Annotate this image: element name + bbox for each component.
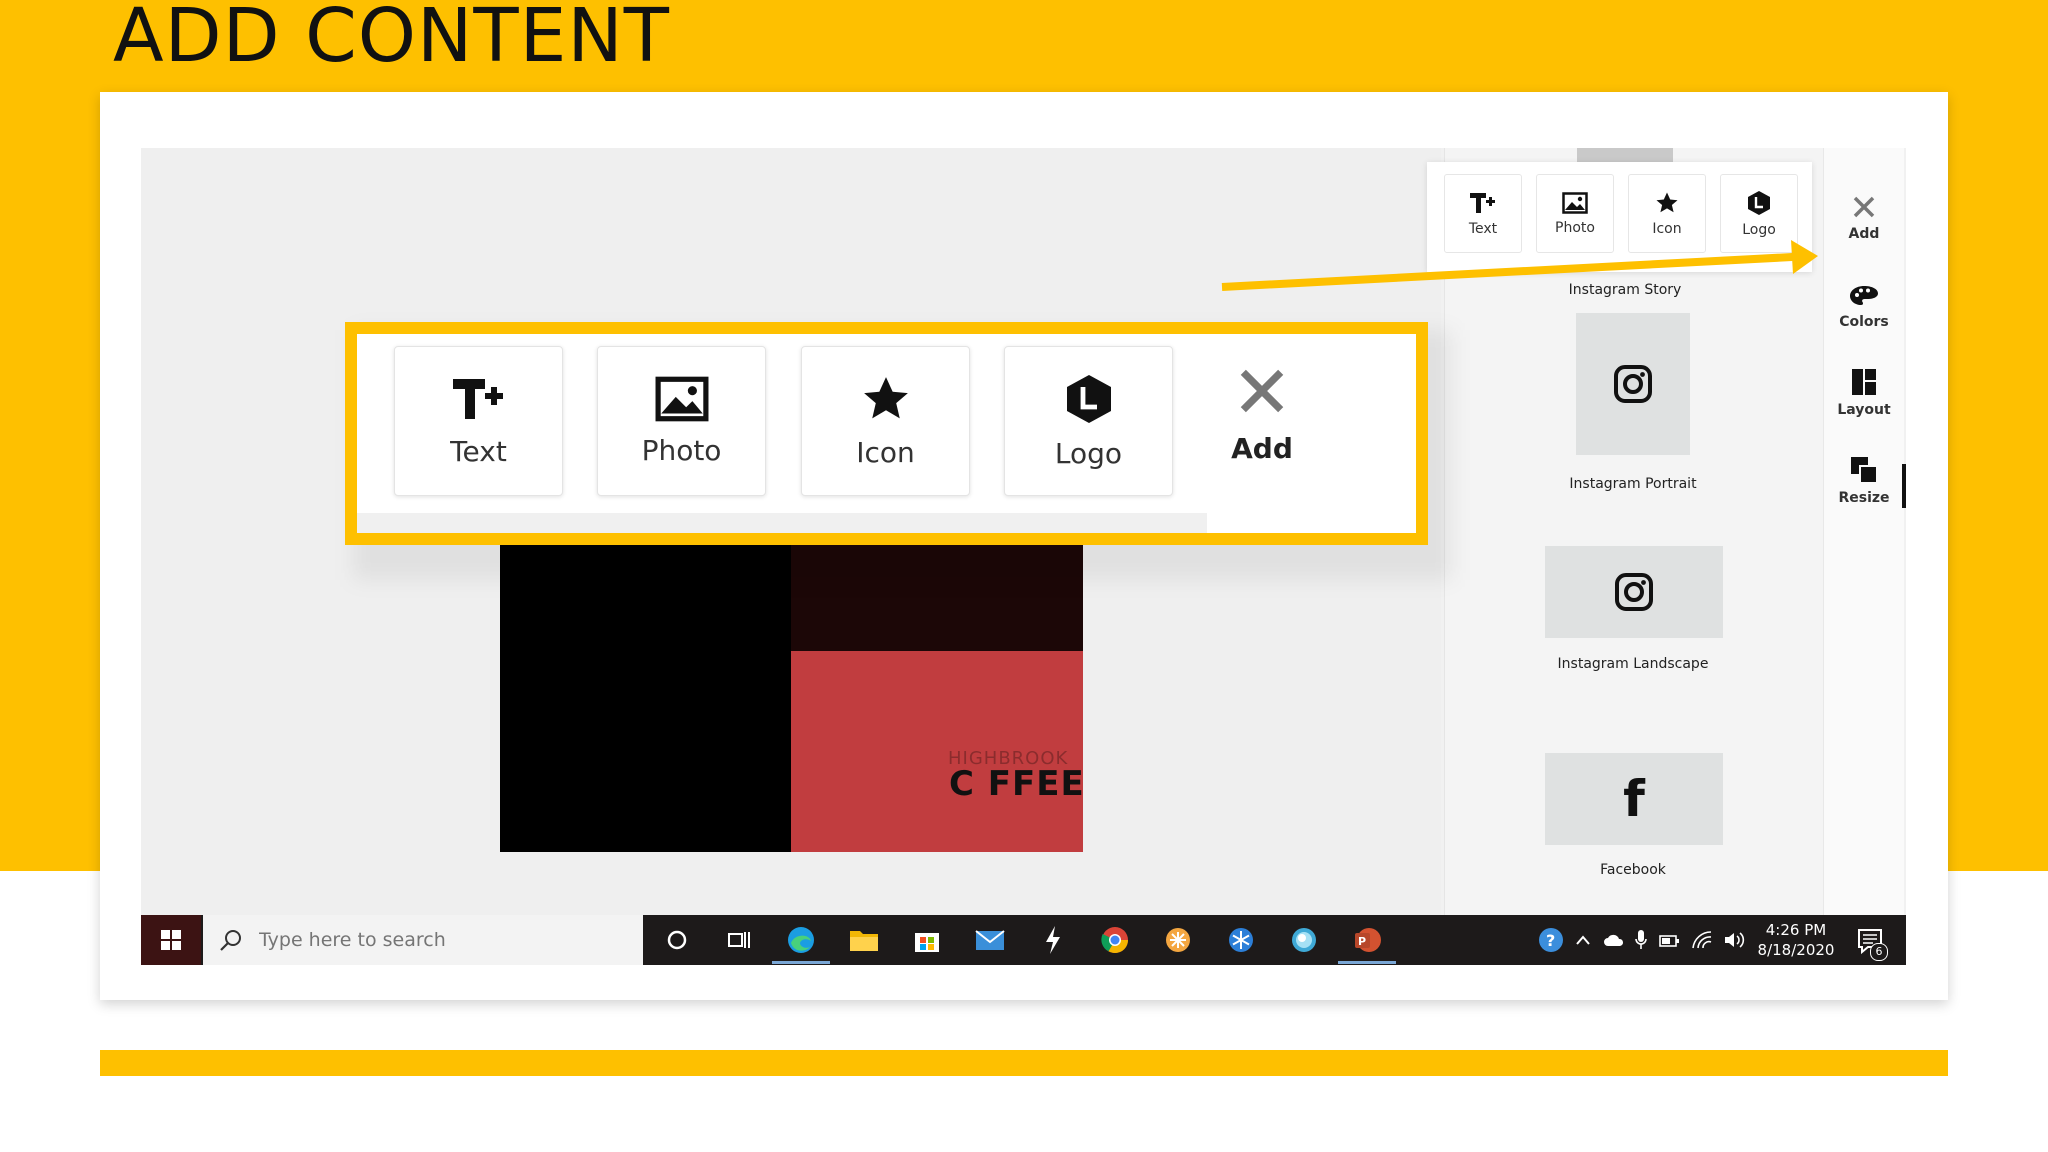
app-screen: HIGHBROOK C FFEE Instagram Story Instagr… [141, 148, 1906, 965]
start-button[interactable] [141, 915, 201, 965]
chevron-up-icon[interactable] [1575, 934, 1591, 946]
callout-arrow [1221, 240, 1818, 291]
notification-center-button[interactable]: 6 [1856, 927, 1888, 961]
cloud-icon[interactable] [1603, 933, 1625, 947]
taskbar-search[interactable] [203, 915, 643, 965]
lightning-app-icon[interactable] [1037, 924, 1069, 956]
windows-taskbar: P ? 4:26 PM 8/18/2020 6 [141, 915, 1906, 965]
taskbar-search-input[interactable] [257, 928, 621, 952]
edge-browser-icon[interactable] [785, 924, 817, 956]
globe-app-icon[interactable] [1288, 924, 1320, 956]
svg-text:P: P [1358, 935, 1366, 948]
task-view-icon[interactable] [723, 924, 755, 956]
wifi-icon[interactable] [1691, 930, 1713, 950]
slide-title: ADD CONTENT [113, 0, 670, 79]
mail-icon[interactable] [974, 924, 1006, 956]
active-app-indicator [1338, 961, 1396, 964]
notification-count: 6 [1870, 943, 1888, 961]
file-explorer-icon[interactable] [848, 924, 880, 956]
clock-time: 4:26 PM [1765, 921, 1827, 939]
svg-text:?: ? [1546, 931, 1555, 950]
battery-icon[interactable] [1659, 931, 1681, 949]
callout-arrow-head [1791, 240, 1818, 274]
windows-logo-icon [161, 930, 181, 950]
help-icon[interactable]: ? [1537, 926, 1565, 954]
callout-arrow-line [1221, 252, 1812, 291]
volume-icon[interactable] [1723, 930, 1745, 950]
clock-date: 8/18/2020 [1757, 941, 1835, 959]
orange-app-icon[interactable] [1162, 924, 1194, 956]
taskbar-clock[interactable]: 4:26 PM 8/18/2020 [1754, 920, 1838, 960]
search-icon [220, 930, 241, 951]
slide-footer-bar [100, 1050, 1948, 1076]
active-app-indicator [772, 961, 830, 964]
microsoft-store-icon[interactable] [911, 924, 943, 956]
microphone-icon[interactable] [1635, 929, 1647, 951]
snowflake-app-icon[interactable] [1225, 924, 1257, 956]
powerpoint-icon[interactable]: P [1351, 924, 1383, 956]
cortana-icon[interactable] [661, 924, 693, 956]
chrome-icon[interactable] [1099, 924, 1131, 956]
system-tray: ? [1537, 915, 1745, 965]
